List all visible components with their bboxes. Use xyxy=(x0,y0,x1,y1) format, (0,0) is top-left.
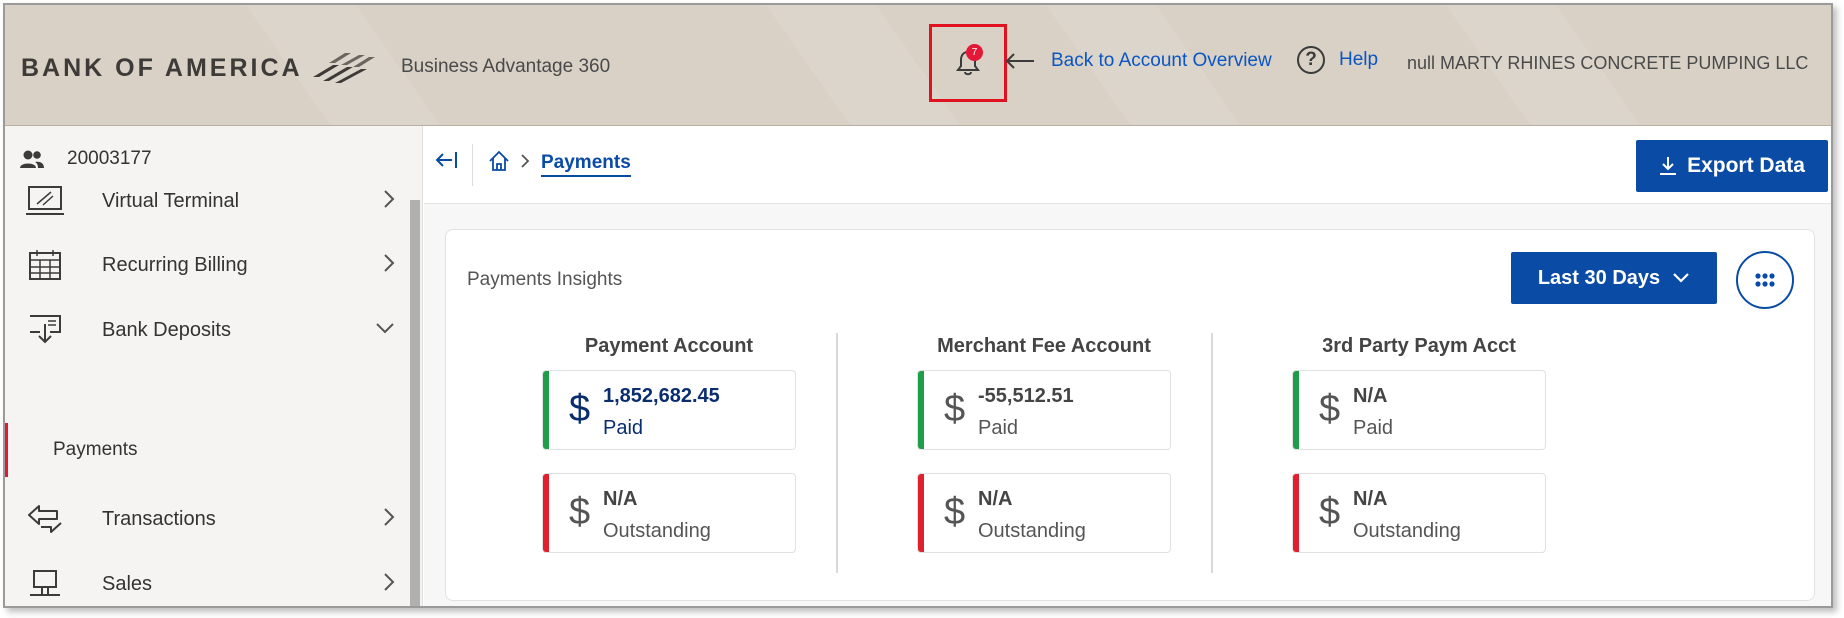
sidebar-item-label: Virtual Terminal xyxy=(102,189,240,212)
back-to-overview-link[interactable]: Back to Account Overview xyxy=(1005,50,1272,72)
sidebar-item-virtual-terminal[interactable]: Virtual Terminal xyxy=(25,179,395,223)
paid-value: 1,852,682.45 xyxy=(603,385,720,407)
export-data-label: Export Data xyxy=(1687,154,1805,177)
paid-stat[interactable]: $ 1,852,682.45 Paid xyxy=(542,370,796,450)
outstanding-label: Outstanding xyxy=(978,520,1086,542)
chevron-right-icon xyxy=(384,573,395,591)
outstanding-stat[interactable]: $ N/A Outstanding xyxy=(542,473,796,553)
outstanding-indicator-bar xyxy=(1293,474,1299,552)
paid-label: Paid xyxy=(978,417,1019,439)
dollar-icon: $ xyxy=(569,388,591,430)
chevron-down-icon xyxy=(1673,273,1689,283)
date-range-dropdown[interactable]: Last 30 Days xyxy=(1511,252,1717,304)
calendar-icon xyxy=(25,248,65,282)
flag-logo-icon xyxy=(312,53,375,83)
date-range-label: Last 30 Days xyxy=(1537,266,1661,289)
outstanding-value: N/A xyxy=(978,488,1013,510)
chevron-down-icon xyxy=(376,323,394,334)
breadcrumb-current[interactable]: Payments xyxy=(541,152,631,177)
deposit-icon xyxy=(25,313,65,347)
outstanding-stat[interactable]: $ N/A Outstanding xyxy=(917,473,1171,553)
paid-value: N/A xyxy=(1353,385,1388,407)
collapse-sidebar-icon[interactable] xyxy=(434,150,458,170)
logo-text: BANK OF AMERICA xyxy=(21,53,303,82)
chevron-right-icon xyxy=(384,254,395,272)
dollar-icon: $ xyxy=(569,491,591,533)
arrow-left-icon xyxy=(1005,53,1034,69)
chevron-right-icon xyxy=(384,190,395,208)
app-window: BANK OF AMERICA Business Advantage 360 7 xyxy=(3,3,1833,608)
column-title: 3rd Party Paym Acct xyxy=(1322,335,1516,357)
dollar-icon: $ xyxy=(944,491,966,533)
question-icon: ? xyxy=(1297,46,1325,74)
toolbar-divider xyxy=(472,144,473,186)
paid-stat[interactable]: $ N/A Paid xyxy=(1292,370,1546,450)
merchant-fee-column: Merchant Fee Account $ -55,512.51 Paid $… xyxy=(917,335,1217,553)
paid-stat[interactable]: $ -55,512.51 Paid xyxy=(917,370,1171,450)
notification-badge: 7 xyxy=(966,44,983,61)
outstanding-label: Outstanding xyxy=(1353,520,1461,542)
chevron-right-icon xyxy=(384,508,395,526)
column-divider xyxy=(1211,333,1213,573)
register-icon xyxy=(25,567,65,601)
column-title: Merchant Fee Account xyxy=(937,335,1151,357)
dollar-icon: $ xyxy=(944,388,966,430)
transfer-arrows-icon xyxy=(25,502,65,536)
content-toolbar: Payments Export Data xyxy=(424,126,1831,204)
company-name: null MARTY RHINES CONCRETE PUMPING LLC xyxy=(1407,53,1809,73)
paid-label: Paid xyxy=(603,417,644,439)
sidebar-item-label: Bank Deposits xyxy=(102,318,231,341)
paid-indicator-bar xyxy=(1293,371,1299,449)
sidebar-subitem-payments[interactable]: Payments xyxy=(5,423,409,477)
more-options-button[interactable] xyxy=(1736,251,1794,309)
column-title: Payment Account xyxy=(584,335,754,357)
outstanding-value: N/A xyxy=(603,488,638,510)
paid-indicator-bar xyxy=(918,371,924,449)
paid-label: Paid xyxy=(1353,417,1394,439)
header: BANK OF AMERICA Business Advantage 360 7 xyxy=(5,5,1831,126)
sidebar-item-label: Transactions xyxy=(102,507,216,530)
dollar-icon: $ xyxy=(1319,388,1341,430)
sidebar-item-label: Sales xyxy=(102,572,153,595)
notification-bell-button[interactable]: 7 xyxy=(929,24,1007,102)
home-icon[interactable] xyxy=(488,150,510,172)
outstanding-value: N/A xyxy=(1353,488,1388,510)
third-party-column: 3rd Party Paym Acct $ N/A Paid $ N/A Out… xyxy=(1292,335,1592,553)
account-number: 20003177 xyxy=(67,148,152,169)
paid-indicator-bar xyxy=(543,371,549,449)
outstanding-indicator-bar xyxy=(918,474,924,552)
paid-value: -55,512.51 xyxy=(978,385,1074,407)
download-icon xyxy=(1660,157,1677,175)
insights-title: Payments Insights xyxy=(467,269,623,290)
sidebar-item-transactions[interactable]: Transactions xyxy=(25,497,395,541)
dots-grid-icon xyxy=(1755,273,1775,287)
sidebar-scrollbar[interactable] xyxy=(410,200,420,606)
product-name: Business Advantage 360 xyxy=(401,56,611,77)
sidebar-item-bank-deposits[interactable]: Bank Deposits xyxy=(25,308,395,352)
users-icon xyxy=(20,150,44,168)
outstanding-label: Outstanding xyxy=(603,520,711,542)
column-divider xyxy=(836,333,838,573)
export-data-button[interactable]: Export Data xyxy=(1636,140,1828,192)
outstanding-stat[interactable]: $ N/A Outstanding xyxy=(1292,473,1546,553)
payment-account-column: Payment Account $ 1,852,682.45 Paid $ N/… xyxy=(542,335,842,553)
help-link[interactable]: ? Help xyxy=(1297,46,1378,74)
outstanding-indicator-bar xyxy=(543,474,549,552)
dollar-icon: $ xyxy=(1319,491,1341,533)
bank-logo[interactable]: BANK OF AMERICA xyxy=(21,51,377,85)
account-selector[interactable]: 20003177 xyxy=(19,148,152,170)
terminal-icon xyxy=(25,184,65,218)
chevron-right-icon xyxy=(521,154,530,168)
back-link-label: Back to Account Overview xyxy=(1051,50,1272,71)
payments-insights-card: Payments Insights Last 30 Days Payment A… xyxy=(445,229,1815,601)
sidebar: 20003177 Virtual Terminal Recurring Bill… xyxy=(5,126,423,606)
sidebar-item-sales[interactable]: Sales xyxy=(25,562,395,606)
sidebar-item-recurring-billing[interactable]: Recurring Billing xyxy=(25,243,395,287)
sidebar-item-label: Recurring Billing xyxy=(102,253,248,276)
main-content: Payments Insights Last 30 Days Payment A… xyxy=(424,204,1831,606)
help-label: Help xyxy=(1339,49,1379,70)
